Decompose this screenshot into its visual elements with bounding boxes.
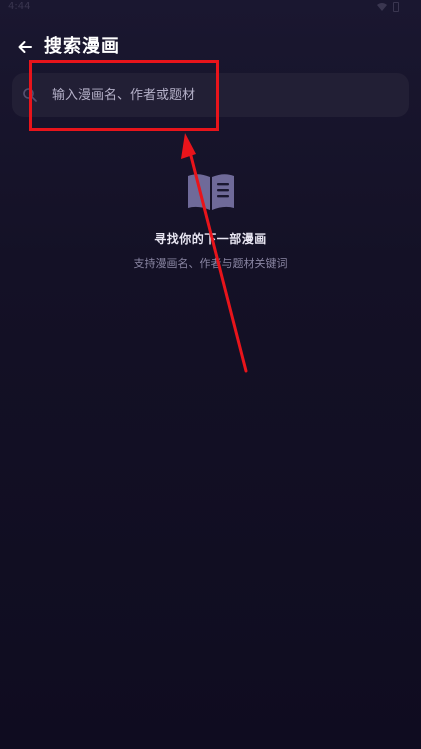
search-icon — [23, 88, 37, 102]
empty-state-subtitle: 支持漫画名、作者与题材关键词 — [133, 257, 288, 270]
app-bar: 搜索漫画 — [0, 34, 421, 62]
battery-icon — [393, 2, 399, 12]
wifi-icon — [377, 3, 387, 11]
page-title: 搜索漫画 — [44, 36, 120, 57]
empty-state: 寻找你的下一部漫画 支持漫画名、作者与题材关键词 — [0, 172, 421, 271]
status-bar: 4:44 — [0, 0, 421, 18]
status-time: 4:44 — [8, 1, 31, 12]
back-button[interactable] — [14, 36, 36, 58]
status-icons — [377, 2, 399, 12]
search-box[interactable] — [12, 73, 409, 117]
empty-state-title: 寻找你的下一部漫画 — [154, 232, 267, 246]
arrow-left-icon — [18, 41, 32, 53]
open-book-icon — [187, 174, 234, 210]
search-input[interactable] — [52, 73, 392, 117]
